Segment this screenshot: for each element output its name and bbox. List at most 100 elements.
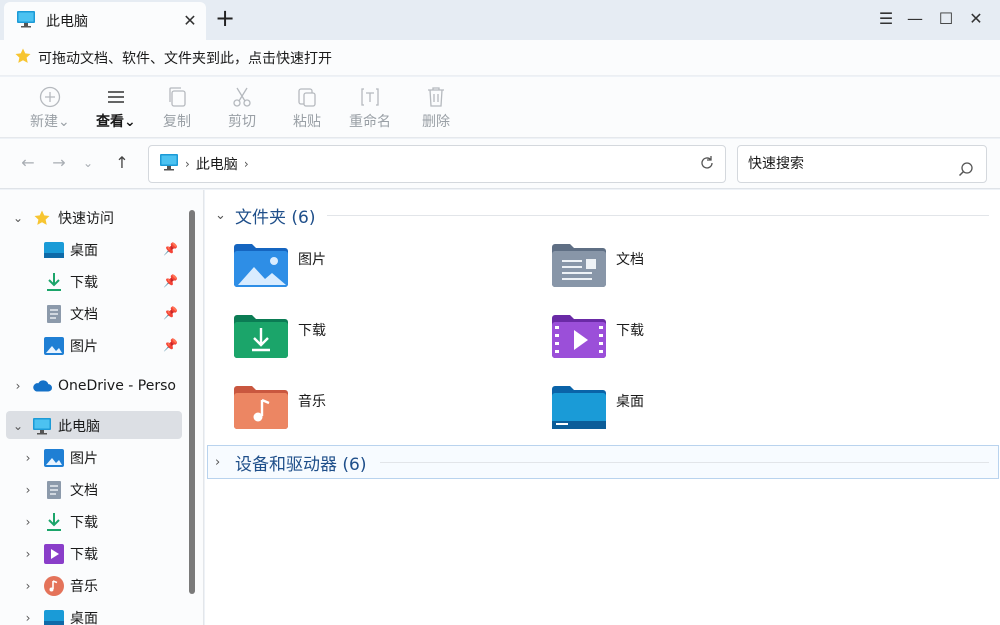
folder-name: 下载 bbox=[616, 323, 644, 339]
address-bar[interactable]: › 此电脑 › bbox=[148, 145, 726, 183]
chevron-right-icon[interactable]: › bbox=[20, 611, 36, 625]
tree-item-desktop[interactable]: › 桌面 bbox=[20, 604, 98, 625]
tree-label: 下载 bbox=[70, 275, 98, 291]
folder-tile-documents[interactable]: 文档 bbox=[552, 243, 852, 303]
tree-item-downloads[interactable]: › 下载 bbox=[20, 508, 98, 536]
copy-icon bbox=[167, 85, 187, 109]
up-arrow-icon[interactable]: ↑ bbox=[111, 152, 133, 174]
tree-label: 快速访问 bbox=[58, 211, 114, 227]
search-input[interactable]: 快速搜索 bbox=[737, 145, 987, 183]
copy-button[interactable]: 复制 bbox=[163, 85, 191, 133]
chevron-right-icon[interactable]: › bbox=[20, 451, 36, 465]
music-icon bbox=[44, 576, 64, 596]
devices-section-header[interactable]: › 设备和驱动器 (6) bbox=[215, 446, 366, 478]
document-icon bbox=[44, 480, 64, 500]
star-icon bbox=[14, 47, 32, 69]
pin-icon[interactable]: 📌 bbox=[163, 242, 178, 256]
star-icon bbox=[32, 208, 52, 228]
picture-icon bbox=[44, 336, 64, 356]
command-bar: 新建⌄ 查看⌄ 复制 剪切 粘贴 重命名 删除 bbox=[0, 77, 1000, 138]
breadcrumb[interactable]: 此电脑 bbox=[196, 154, 238, 174]
back-arrow-icon[interactable]: ← bbox=[17, 152, 39, 174]
folder-name: 下载 bbox=[298, 323, 326, 339]
forward-arrow-icon[interactable]: → bbox=[48, 152, 70, 174]
folder-tile-music[interactable]: 音乐 bbox=[234, 385, 534, 445]
paste-button[interactable]: 粘贴 bbox=[293, 85, 321, 133]
address-row: ← → ⌄ ↑ › 此电脑 › 快速搜索 bbox=[0, 139, 1000, 189]
picture-icon bbox=[44, 448, 64, 468]
trash-icon bbox=[426, 85, 446, 109]
maximize-icon[interactable]: ☐ bbox=[932, 7, 960, 31]
view-button[interactable]: 查看⌄ bbox=[96, 85, 136, 133]
breadcrumb-chevron-icon[interactable]: › bbox=[185, 157, 190, 171]
delete-label: 删除 bbox=[422, 114, 450, 130]
tree-label: 下载 bbox=[70, 547, 98, 563]
folders-section-header[interactable]: ⌄ 文件夹 (6) bbox=[215, 199, 315, 231]
pin-icon[interactable]: 📌 bbox=[163, 306, 178, 320]
tab-title: 此电脑 bbox=[46, 14, 88, 30]
pin-icon[interactable]: 📌 bbox=[163, 338, 178, 352]
chevron-right-icon[interactable]: › bbox=[215, 455, 231, 470]
new-button[interactable]: 新建⌄ bbox=[30, 85, 70, 133]
section-title: 文件夹 (6) bbox=[235, 207, 316, 228]
rename-icon bbox=[359, 85, 381, 109]
folder-tile-pictures[interactable]: 图片 bbox=[234, 243, 534, 303]
tab-this-pc[interactable]: 此电脑 ✕ bbox=[4, 2, 206, 40]
tree-this-pc[interactable]: ⌄ 此电脑 bbox=[10, 412, 100, 440]
chevron-down-icon[interactable]: ⌄ bbox=[10, 211, 26, 225]
folder-name: 桌面 bbox=[616, 394, 644, 410]
chevron-right-icon[interactable]: › bbox=[20, 547, 36, 561]
recent-chevron-icon[interactable]: ⌄ bbox=[77, 152, 99, 174]
monitor-icon bbox=[32, 416, 52, 436]
navigation-pane: ⌄ 快速访问 桌面 📌 下载 📌 文档 📌 图片 📌 › OneDrive - … bbox=[0, 190, 204, 625]
chevron-right-icon[interactable]: › bbox=[20, 483, 36, 497]
scrollbar-thumb[interactable] bbox=[189, 210, 195, 594]
main-content: ⌄ 文件夹 (6) 图片 文档 下载 下载 音乐 桌面 › 设备和驱动器 (6) bbox=[205, 190, 1000, 625]
tree-item-pictures[interactable]: 图片 bbox=[44, 332, 98, 360]
new-label: 新建⌄ bbox=[30, 114, 70, 130]
tree-item-desktop[interactable]: 桌面 bbox=[44, 236, 98, 264]
tree-label: 下载 bbox=[70, 515, 98, 531]
tree-item-downloads[interactable]: 下载 bbox=[44, 268, 98, 296]
folder-tile-videos[interactable]: 下载 bbox=[552, 314, 852, 374]
scissors-icon bbox=[231, 85, 253, 109]
tree-label: 文档 bbox=[70, 307, 98, 323]
folder-tile-desktop[interactable]: 桌面 bbox=[552, 385, 852, 445]
close-tab-icon[interactable]: ✕ bbox=[180, 11, 200, 31]
new-tab-icon[interactable]: + bbox=[212, 6, 238, 32]
rename-button[interactable]: 重命名 bbox=[349, 85, 391, 133]
copy-label: 复制 bbox=[163, 114, 191, 130]
music-folder-icon bbox=[234, 385, 288, 433]
minimize-icon[interactable]: — bbox=[901, 7, 929, 31]
tree-label: OneDrive - Perso bbox=[58, 378, 176, 394]
cut-button[interactable]: 剪切 bbox=[228, 85, 256, 133]
tree-quick-access[interactable]: ⌄ 快速访问 bbox=[10, 204, 114, 232]
view-label: 查看⌄ bbox=[96, 114, 136, 130]
refresh-icon[interactable] bbox=[699, 155, 715, 175]
download-icon bbox=[44, 272, 64, 292]
search-icon[interactable] bbox=[958, 155, 974, 191]
tree-item-videos[interactable]: › 下载 bbox=[20, 540, 98, 568]
tree-item-documents[interactable]: 文档 bbox=[44, 300, 98, 328]
folder-tile-downloads[interactable]: 下载 bbox=[234, 314, 534, 374]
tree-onedrive[interactable]: › OneDrive - Perso bbox=[10, 372, 176, 400]
chevron-right-icon[interactable]: › bbox=[20, 515, 36, 529]
chevron-right-icon[interactable]: › bbox=[20, 579, 36, 593]
tree-item-music[interactable]: › 音乐 bbox=[20, 572, 98, 600]
chevron-down-icon[interactable]: ⌄ bbox=[215, 208, 231, 223]
paste-label: 粘贴 bbox=[293, 114, 321, 130]
tree-item-documents[interactable]: › 文档 bbox=[20, 476, 98, 504]
chevron-right-icon[interactable]: › bbox=[10, 379, 26, 393]
desktop-icon bbox=[44, 240, 64, 260]
tree-item-pictures[interactable]: › 图片 bbox=[20, 444, 98, 472]
tree-label: 桌面 bbox=[70, 611, 98, 625]
breadcrumb-chevron-icon[interactable]: › bbox=[244, 157, 249, 171]
chevron-down-icon[interactable]: ⌄ bbox=[10, 419, 26, 433]
monitor-icon bbox=[159, 153, 179, 175]
pin-icon[interactable]: 📌 bbox=[163, 274, 178, 288]
delete-button[interactable]: 删除 bbox=[422, 85, 450, 133]
tree-label: 音乐 bbox=[70, 579, 98, 595]
menu-icon[interactable]: ☰ bbox=[872, 7, 900, 31]
close-window-icon[interactable]: ✕ bbox=[962, 7, 990, 31]
tree-label: 图片 bbox=[70, 339, 98, 355]
